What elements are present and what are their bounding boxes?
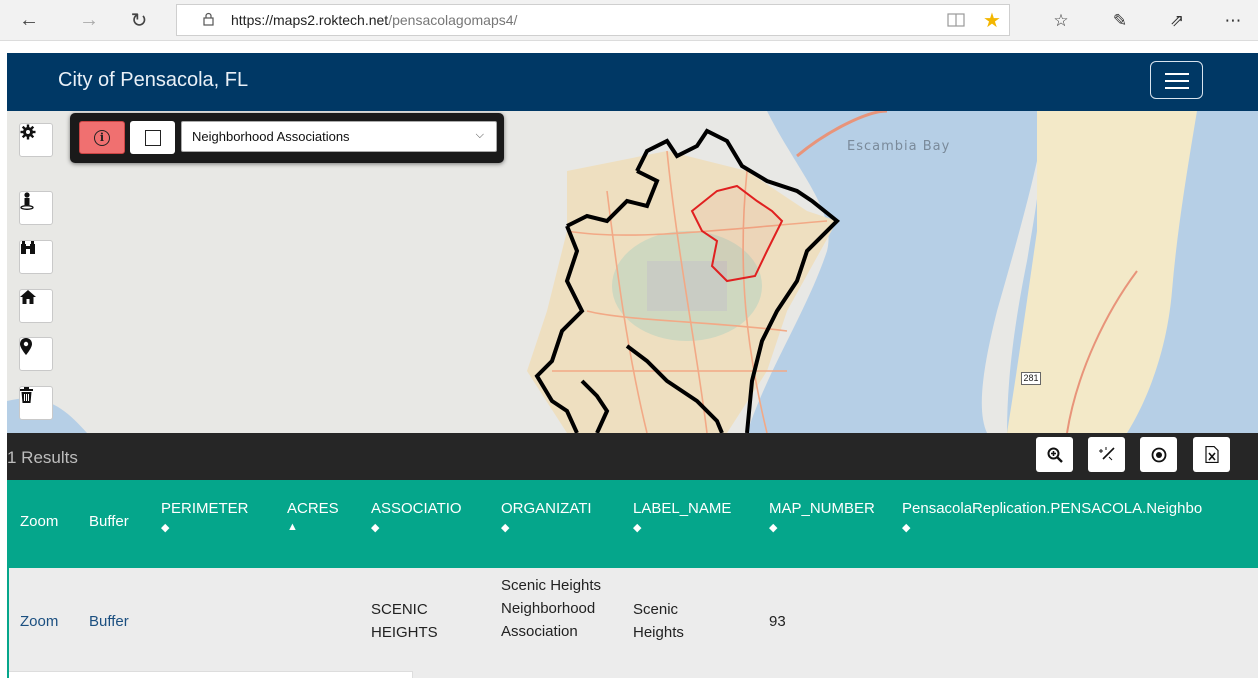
cell-label-name: Scenic Heights — [633, 601, 684, 641]
buffer-link[interactable]: Buffer — [89, 610, 129, 633]
pen-icon[interactable]: ✎ — [1107, 8, 1133, 34]
horizontal-scrollbar[interactable] — [9, 671, 413, 678]
select-tool-button[interactable] — [1088, 437, 1125, 472]
home-extent-button[interactable] — [19, 289, 53, 323]
route-shield: 281 — [1021, 372, 1041, 385]
sort-icon: ◆ — [902, 522, 911, 534]
forward-arrow-icon[interactable]: → — [76, 8, 102, 32]
trash-icon — [20, 387, 33, 403]
browser-toolbar: ← → ↻ https://maps2.roktech.net/pensacol… — [0, 0, 1258, 41]
results-table-header: Zoom Buffer PERIMETER ◆ ACRES ▲ ASSOCIATIO… — [7, 480, 1258, 568]
column-header-map-number[interactable]: MAP_NUMBER ◆ — [769, 500, 875, 534]
clear-button[interactable] — [19, 386, 53, 420]
person-icon — [20, 192, 34, 210]
water-label: Escambia Bay — [847, 139, 951, 154]
cell-map-number: 93 — [769, 613, 786, 630]
share-icon[interactable]: ⇗ — [1164, 8, 1190, 34]
layer-select-value: Neighborhood Associations — [192, 129, 350, 144]
column-header-neighborhood-field[interactable]: PensacolaReplication.PENSACOLA.Neighbo ◆ — [902, 500, 1258, 534]
sort-icon: ◆ — [371, 522, 380, 534]
hamburger-menu-button[interactable] — [1150, 61, 1203, 99]
back-arrow-icon[interactable]: ← — [16, 8, 42, 32]
checkbox-icon — [144, 129, 161, 146]
favorite-star-icon[interactable]: ★ — [983, 8, 1001, 33]
app-title: City of Pensacola, FL — [58, 69, 249, 91]
sort-icon: ◆ — [633, 522, 642, 534]
sort-icon: ◆ — [501, 522, 510, 534]
reading-view-icon[interactable] — [947, 12, 965, 28]
zoom-link[interactable]: Zoom — [20, 610, 58, 633]
excel-export-icon — [1204, 446, 1219, 463]
layer-select[interactable]: Neighborhood Associations ⌵ — [181, 121, 497, 152]
target-icon — [1151, 447, 1166, 462]
binoculars-icon — [21, 241, 35, 254]
export-excel-button[interactable] — [1193, 437, 1230, 472]
column-header-acres[interactable]: ACRES ▲ — [287, 500, 339, 533]
gear-icon — [20, 124, 36, 140]
results-count: 1 Results — [7, 448, 78, 467]
locate-button[interactable] — [19, 337, 53, 371]
column-header-zoom: Zoom — [20, 513, 59, 530]
cell-organization: Scenic Heights Neighborhood Association — [501, 577, 602, 640]
layer-checkbox[interactable] — [130, 121, 175, 154]
sort-icon: ◆ — [161, 522, 170, 534]
map-view[interactable]: Escambia Bay 281 i Neighborhood Associat… — [7, 111, 1258, 433]
column-header-label-name[interactable]: LABEL_NAME ◆ — [633, 500, 731, 534]
map-marker-icon — [20, 338, 32, 355]
street-view-button[interactable] — [19, 191, 53, 225]
column-header-organizati[interactable]: ORGANIZATI ◆ — [501, 500, 592, 534]
column-header-buffer: Buffer — [89, 513, 129, 530]
address-bar[interactable]: https://maps2.roktech.net/pensacolagomap… — [176, 4, 1010, 36]
highlight-button[interactable] — [1140, 437, 1177, 472]
magic-wand-icon — [1098, 446, 1115, 460]
layer-panel: i Neighborhood Associations ⌵ — [70, 113, 504, 163]
column-header-perimeter[interactable]: PERIMETER ◆ — [161, 500, 249, 534]
home-icon — [20, 290, 36, 304]
zoom-to-results-button[interactable] — [1036, 437, 1073, 472]
app-header: City of Pensacola, FL — [7, 53, 1258, 111]
url-text: https://maps2.roktech.net/pensacolagomap… — [231, 12, 518, 28]
sort-ascending-icon: ▲ — [287, 521, 298, 533]
settings-gear-button[interactable] — [19, 123, 53, 157]
info-icon: i — [94, 129, 110, 146]
table-row: Zoom Buffer SCENIC HEIGHTS Scenic Height… — [7, 568, 1258, 678]
identify-button[interactable]: i — [79, 121, 125, 154]
more-icon[interactable]: ⋯ — [1220, 8, 1246, 34]
favorites-hub-icon[interactable]: ☆ — [1048, 8, 1074, 34]
zoom-in-icon — [1047, 447, 1063, 463]
cell-association: SCENIC HEIGHTS — [371, 601, 438, 641]
chevron-down-icon: ⌵ — [475, 129, 484, 141]
refresh-icon[interactable]: ↻ — [126, 8, 152, 32]
results-bar: 1 Results — [7, 433, 1258, 480]
find-button[interactable] — [19, 240, 53, 274]
lock-icon — [203, 12, 214, 26]
column-header-associatio[interactable]: ASSOCIATIO ◆ — [371, 500, 462, 534]
sort-icon: ◆ — [769, 522, 778, 534]
